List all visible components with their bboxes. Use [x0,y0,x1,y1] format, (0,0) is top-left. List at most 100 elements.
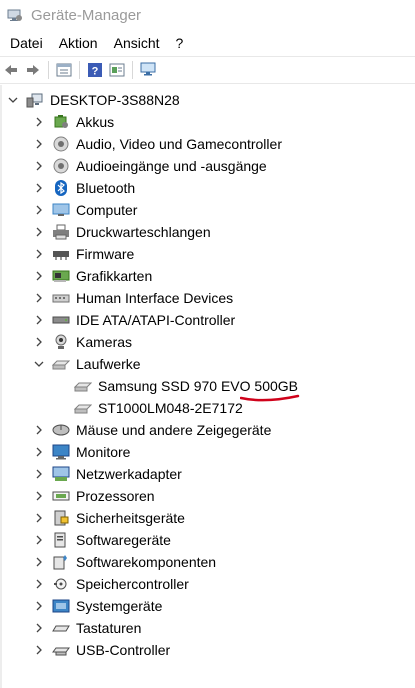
tree-root[interactable]: DESKTOP-3S88N28 [6,89,180,111]
category-ide-ata[interactable]: IDE ATA/ATAPI-Controller [32,309,235,331]
scan-hardware-button[interactable] [137,59,159,81]
security-device-icon [52,510,70,526]
storage-controller-icon [52,312,70,328]
category-security[interactable]: Sicherheitsgeräte [32,507,185,529]
category-computer[interactable]: Computer [32,199,137,221]
chip-icon [52,246,70,262]
category-keyboards[interactable]: Tastaturen [32,617,141,639]
category-audio-io[interactable]: Audioeingänge und -ausgänge [32,155,267,177]
chevron-down-icon[interactable] [32,357,46,371]
chevron-right-icon[interactable] [32,115,46,129]
chevron-right-icon[interactable] [32,643,46,657]
menu-ansicht[interactable]: Ansicht [108,35,166,51]
chevron-right-icon[interactable] [32,159,46,173]
menu-datei[interactable]: Datei [4,35,49,51]
chevron-down-icon[interactable] [6,93,20,107]
category-label: Kameras [76,334,133,350]
device-tree: DESKTOP-3S88N28 Akkus Audio, Video und G… [0,85,415,688]
svg-text:?: ? [92,66,99,78]
category-label: Audio, Video und Gamecontroller [76,136,282,152]
processor-icon [52,488,70,504]
chevron-right-icon[interactable] [32,137,46,151]
network-adapter-icon [52,466,70,482]
chevron-right-icon[interactable] [32,225,46,239]
menu-bar: Datei Aktion Ansicht ? [0,31,415,55]
software-component-icon [52,554,70,570]
category-label: Prozessoren [76,488,155,504]
category-software-components[interactable]: Softwarekomponenten [32,551,216,573]
toolbar-separator [132,61,133,79]
hid-icon [52,290,70,306]
chevron-right-icon[interactable] [32,291,46,305]
battery-icon [52,114,70,130]
category-print-queues[interactable]: Druckwarteschlangen [32,221,211,243]
category-bluetooth[interactable]: Bluetooth [32,177,135,199]
speaker-icon [52,136,70,152]
properties-icon [56,63,72,77]
category-network[interactable]: Netzwerkadapter [32,463,182,485]
chevron-right-icon[interactable] [32,247,46,261]
category-graphics[interactable]: Grafikkarten [32,265,152,287]
chevron-right-icon[interactable] [32,203,46,217]
category-label: Audioeingänge und -ausgänge [76,158,267,174]
scan-hardware-icon [140,62,156,76]
chevron-right-icon[interactable] [32,181,46,195]
storage-controller-icon [52,576,70,592]
category-storage-controllers[interactable]: Speichercontroller [32,573,189,595]
properties-button[interactable] [53,59,75,81]
update-driver-button[interactable] [106,59,128,81]
category-firmware[interactable]: Firmware [32,243,134,265]
menu-aktion[interactable]: Aktion [53,35,104,51]
device-manager-icon [7,9,22,21]
chevron-right-icon[interactable] [32,445,46,459]
keyboard-icon [52,620,70,636]
chevron-right-icon[interactable] [32,511,46,525]
software-device-icon [52,532,70,548]
category-mice[interactable]: Mäuse und andere Zeigegeräte [32,419,271,441]
help-icon: ? [88,63,102,78]
forward-button[interactable] [22,59,44,81]
window-title: Geräte-Manager [31,6,142,24]
chevron-right-icon[interactable] [32,555,46,569]
back-button[interactable] [0,59,22,81]
category-software-devices[interactable]: Softwaregeräte [32,529,171,551]
category-label: Systemgeräte [76,598,163,614]
category-label: Mäuse und andere Zeigegeräte [76,422,272,438]
category-processors[interactable]: Prozessoren [32,485,155,507]
category-label: Computer [76,202,138,218]
chevron-right-icon[interactable] [32,313,46,327]
category-label: Sicherheitsgeräte [76,510,185,526]
category-audio-video[interactable]: Audio, Video und Gamecontroller [32,133,282,155]
help-button[interactable]: ? [84,59,106,81]
category-cameras[interactable]: Kameras [32,331,132,353]
category-label: Firmware [76,246,135,262]
category-system-devices[interactable]: Systemgeräte [32,595,162,617]
category-label: Tastaturen [76,620,142,636]
category-monitors[interactable]: Monitore [32,441,130,463]
monitor-icon [52,202,70,218]
category-label: Softwaregeräte [76,532,171,548]
chevron-right-icon[interactable] [32,489,46,503]
chevron-right-icon[interactable] [32,621,46,635]
menu-help[interactable]: ? [170,35,190,51]
toolbar-separator [79,61,80,79]
category-akkus[interactable]: Akkus [32,111,114,133]
chevron-right-icon[interactable] [32,467,46,481]
category-label: Laufwerke [76,356,141,372]
chevron-right-icon[interactable] [32,423,46,437]
disk-drive-icon [52,356,70,372]
chevron-right-icon[interactable] [32,577,46,591]
category-usb[interactable]: USB-Controller [32,639,170,661]
category-label: Grafikkarten [76,268,153,284]
title-bar: Geräte-Manager [0,0,415,30]
chevron-right-icon[interactable] [32,269,46,283]
category-drives[interactable]: Laufwerke [32,353,141,375]
category-hid[interactable]: Human Interface Devices [32,287,233,309]
chevron-right-icon[interactable] [32,335,46,349]
chevron-right-icon[interactable] [32,533,46,547]
tree-root-label: DESKTOP-3S88N28 [50,92,180,108]
category-label: USB-Controller [76,642,171,658]
device-st1000[interactable]: ST1000LM048-2E7172 [74,397,243,419]
chevron-right-icon[interactable] [32,599,46,613]
category-label: Softwarekomponenten [76,554,217,570]
